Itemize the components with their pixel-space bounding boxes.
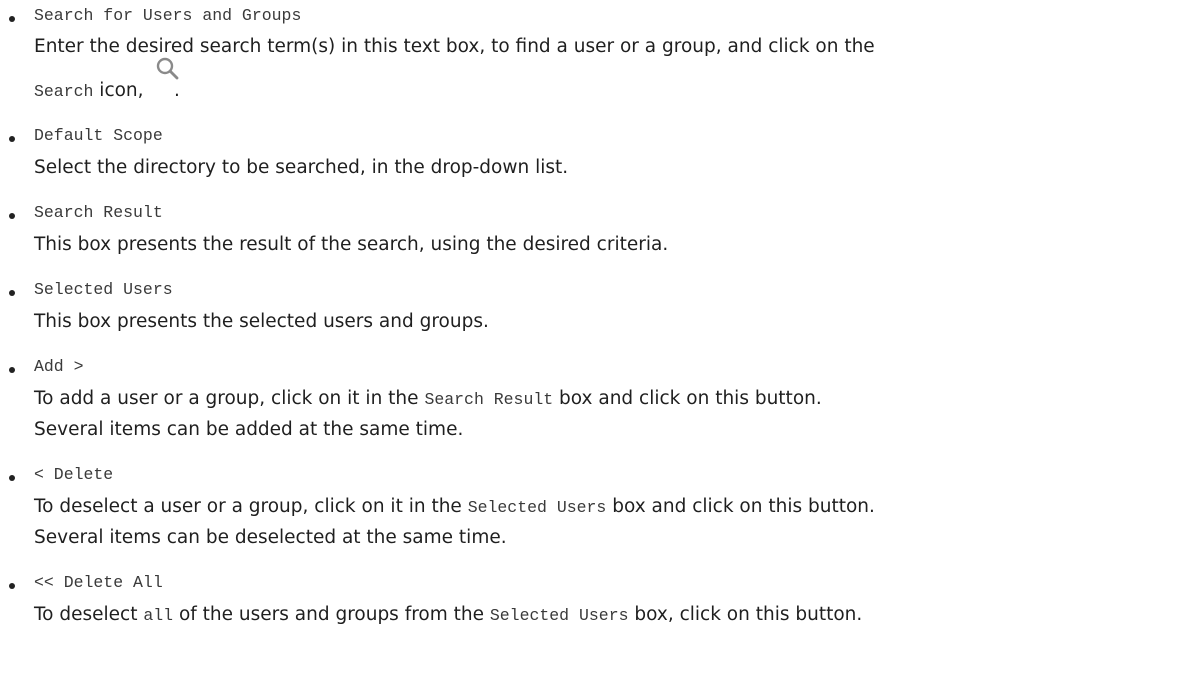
inline-code-selected-users: Selected Users xyxy=(489,606,629,625)
desc-text: To deselect xyxy=(34,604,144,625)
term-search-for-users: Search for Users and Groups xyxy=(34,6,302,25)
bullet xyxy=(9,367,15,373)
desc-text: of the users and groups from the xyxy=(173,604,490,625)
bullet xyxy=(9,583,15,589)
desc-line: To deselect all of the users and groups … xyxy=(34,604,862,625)
desc-line-with-icon: Search icon, xyxy=(34,80,144,101)
bullet xyxy=(9,290,15,296)
desc-line: Several items can be added at the same t… xyxy=(34,419,464,440)
desc-text: To deselect a user or a group, click on … xyxy=(34,496,468,517)
desc-line: This box presents the selected users and… xyxy=(34,311,489,332)
desc-text: icon, xyxy=(93,80,144,101)
term-default-scope: Default Scope xyxy=(34,126,163,145)
desc-line: Several items can be deselected at the s… xyxy=(34,527,507,548)
magnifier-icon xyxy=(155,56,181,82)
inline-code-selected-users: Selected Users xyxy=(467,498,607,517)
desc-text: box and click on this button. xyxy=(606,496,875,517)
desc-line: To add a user or a group, click on it in… xyxy=(34,388,822,409)
desc-text: To add a user or a group, click on it in… xyxy=(34,388,425,409)
inline-code-search: Search xyxy=(34,82,94,101)
desc-line: Select the directory to be searched, in … xyxy=(34,157,569,178)
bullet xyxy=(9,16,15,22)
term-delete: < Delete xyxy=(34,465,114,484)
term-add: Add > xyxy=(34,357,84,376)
desc-line: To deselect a user or a group, click on … xyxy=(34,496,875,517)
inline-code-all: all xyxy=(143,606,174,625)
term-selected-users: Selected Users xyxy=(34,280,173,299)
bullet xyxy=(9,213,15,219)
desc-text: box, click on this button. xyxy=(628,604,863,625)
bullet xyxy=(9,136,15,142)
desc-text: box and click on this button. xyxy=(553,388,822,409)
term-delete-all: << Delete All xyxy=(34,573,163,592)
desc-line: Enter the desired search term(s) in this… xyxy=(34,36,875,57)
inline-code-search-result: Search Result xyxy=(424,390,554,409)
desc-line: This box presents the result of the sear… xyxy=(34,234,669,255)
term-search-result: Search Result xyxy=(34,203,163,222)
bullet xyxy=(9,475,15,481)
desc-period: . xyxy=(174,80,180,101)
